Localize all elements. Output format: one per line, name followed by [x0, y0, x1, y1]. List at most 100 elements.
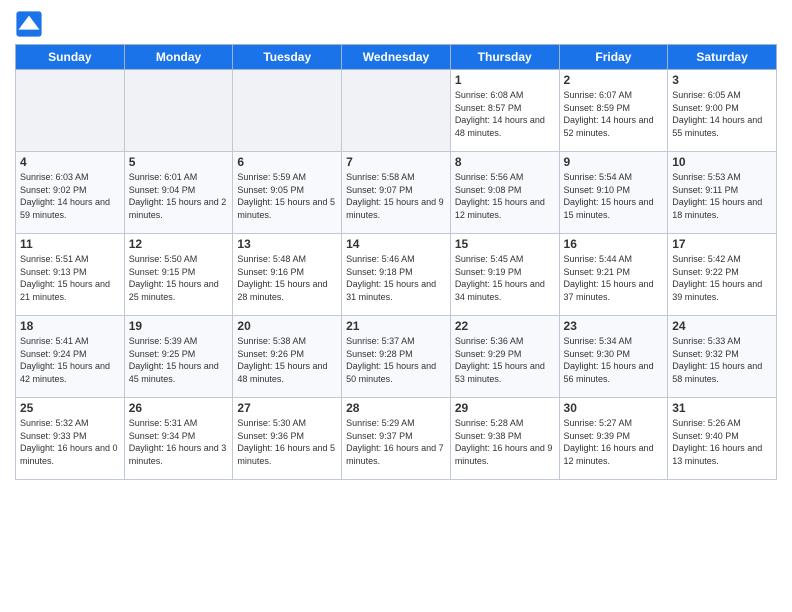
calendar-cell: 16 Sunrise: 5:44 AMSunset: 9:21 PMDayligh…: [559, 234, 668, 316]
day-number: 11: [20, 237, 120, 251]
day-info: Sunrise: 5:51 AMSunset: 9:13 PMDaylight:…: [20, 253, 120, 303]
calendar-cell: 22 Sunrise: 5:36 AMSunset: 9:29 PMDayligh…: [450, 316, 559, 398]
day-number: 24: [672, 319, 772, 333]
day-info: Sunrise: 5:30 AMSunset: 9:36 PMDaylight:…: [237, 417, 337, 467]
calendar-cell: 1 Sunrise: 6:08 AMSunset: 8:57 PMDaylight…: [450, 70, 559, 152]
week-row-2: 4Sunrise: 6:03 AMSunset: 9:02 PMDaylight…: [16, 152, 777, 234]
day-info: Sunrise: 6:08 AMSunset: 8:57 PMDaylight:…: [455, 89, 555, 139]
day-info: Sunrise: 5:27 AMSunset: 9:39 PMDaylight:…: [564, 417, 664, 467]
day-info: Sunrise: 5:48 AMSunset: 9:16 PMDaylight:…: [237, 253, 337, 303]
day-number: 6: [237, 155, 337, 169]
calendar-cell: 13 Sunrise: 5:48 AMSunset: 9:16 PMDayligh…: [233, 234, 342, 316]
calendar-cell: 11 Sunrise: 5:51 AMSunset: 9:13 PMDayligh…: [16, 234, 125, 316]
day-number: 1: [455, 73, 555, 87]
logo-icon: [15, 10, 43, 38]
day-number: 29: [455, 401, 555, 415]
day-info: Sunrise: 5:59 AMSunset: 9:05 PMDaylight:…: [237, 171, 337, 221]
calendar-cell: 17 Sunrise: 5:42 AMSunset: 9:22 PMDayligh…: [668, 234, 777, 316]
day-info: Sunrise: 5:50 AMSunset: 9:15 PMDaylight:…: [129, 253, 229, 303]
day-info: Sunrise: 5:42 AMSunset: 9:22 PMDaylight:…: [672, 253, 772, 303]
calendar-cell: 26 Sunrise: 5:31 AMSunset: 9:34 PMDayligh…: [124, 398, 233, 480]
calendar-cell: 24Sunrise: 5:33 AMSunset: 9:32 PMDayligh…: [668, 316, 777, 398]
day-info: Sunrise: 6:01 AMSunset: 9:04 PMDaylight:…: [129, 171, 229, 221]
weekday-monday: Monday: [124, 45, 233, 70]
day-info: Sunrise: 6:05 AMSunset: 9:00 PMDaylight:…: [672, 89, 772, 139]
day-info: Sunrise: 5:53 AMSunset: 9:11 PMDaylight:…: [672, 171, 772, 221]
weekday-saturday: Saturday: [668, 45, 777, 70]
calendar-cell: [16, 70, 125, 152]
day-number: 8: [455, 155, 555, 169]
calendar-cell: 29 Sunrise: 5:28 AMSunset: 9:38 PMDayligh…: [450, 398, 559, 480]
calendar-cell: 28 Sunrise: 5:29 AMSunset: 9:37 PMDayligh…: [342, 398, 451, 480]
day-info: Sunrise: 5:32 AMSunset: 9:33 PMDaylight:…: [20, 417, 120, 467]
day-number: 17: [672, 237, 772, 251]
day-number: 22: [455, 319, 555, 333]
weekday-friday: Friday: [559, 45, 668, 70]
day-number: 3: [672, 73, 772, 87]
day-number: 28: [346, 401, 446, 415]
day-number: 5: [129, 155, 229, 169]
weekday-tuesday: Tuesday: [233, 45, 342, 70]
weekday-thursday: Thursday: [450, 45, 559, 70]
calendar-cell: 21 Sunrise: 5:37 AMSunset: 9:28 PMDayligh…: [342, 316, 451, 398]
calendar-cell: 25Sunrise: 5:32 AMSunset: 9:33 PMDayligh…: [16, 398, 125, 480]
day-number: 9: [564, 155, 664, 169]
calendar-cell: 4Sunrise: 6:03 AMSunset: 9:02 PMDaylight…: [16, 152, 125, 234]
day-number: 20: [237, 319, 337, 333]
calendar-cell: [124, 70, 233, 152]
weekday-wednesday: Wednesday: [342, 45, 451, 70]
day-info: Sunrise: 5:29 AMSunset: 9:37 PMDaylight:…: [346, 417, 446, 467]
day-number: 18: [20, 319, 120, 333]
calendar-cell: 9 Sunrise: 5:54 AMSunset: 9:10 PMDaylight…: [559, 152, 668, 234]
day-info: Sunrise: 5:54 AMSunset: 9:10 PMDaylight:…: [564, 171, 664, 221]
day-info: Sunrise: 5:58 AMSunset: 9:07 PMDaylight:…: [346, 171, 446, 221]
day-number: 12: [129, 237, 229, 251]
day-number: 26: [129, 401, 229, 415]
week-row-5: 25Sunrise: 5:32 AMSunset: 9:33 PMDayligh…: [16, 398, 777, 480]
day-number: 23: [564, 319, 664, 333]
day-info: Sunrise: 5:31 AMSunset: 9:34 PMDaylight:…: [129, 417, 229, 467]
day-info: Sunrise: 5:41 AMSunset: 9:24 PMDaylight:…: [20, 335, 120, 385]
week-row-1: 1 Sunrise: 6:08 AMSunset: 8:57 PMDaylight…: [16, 70, 777, 152]
calendar-cell: 15Sunrise: 5:45 AMSunset: 9:19 PMDayligh…: [450, 234, 559, 316]
calendar-cell: 27 Sunrise: 5:30 AMSunset: 9:36 PMDayligh…: [233, 398, 342, 480]
day-number: 14: [346, 237, 446, 251]
day-number: 13: [237, 237, 337, 251]
day-number: 27: [237, 401, 337, 415]
calendar-cell: 23Sunrise: 5:34 AMSunset: 9:30 PMDayligh…: [559, 316, 668, 398]
day-number: 21: [346, 319, 446, 333]
calendar-cell: 30Sunrise: 5:27 AMSunset: 9:39 PMDayligh…: [559, 398, 668, 480]
logo: [15, 10, 45, 38]
day-info: Sunrise: 6:07 AMSunset: 8:59 PMDaylight:…: [564, 89, 664, 139]
calendar-cell: [342, 70, 451, 152]
day-info: Sunrise: 5:39 AMSunset: 9:25 PMDaylight:…: [129, 335, 229, 385]
day-number: 16: [564, 237, 664, 251]
calendar-cell: 19 Sunrise: 5:39 AMSunset: 9:25 PMDayligh…: [124, 316, 233, 398]
calendar-cell: 10 Sunrise: 5:53 AMSunset: 9:11 PMDayligh…: [668, 152, 777, 234]
calendar-cell: 6 Sunrise: 5:59 AMSunset: 9:05 PMDaylight…: [233, 152, 342, 234]
page-container: SundayMondayTuesdayWednesdayThursdayFrid…: [0, 0, 792, 490]
day-info: Sunrise: 5:38 AMSunset: 9:26 PMDaylight:…: [237, 335, 337, 385]
day-info: Sunrise: 5:45 AMSunset: 9:19 PMDaylight:…: [455, 253, 555, 303]
day-info: Sunrise: 5:26 AMSunset: 9:40 PMDaylight:…: [672, 417, 772, 467]
weekday-sunday: Sunday: [16, 45, 125, 70]
calendar-cell: 7 Sunrise: 5:58 AMSunset: 9:07 PMDaylight…: [342, 152, 451, 234]
day-number: 19: [129, 319, 229, 333]
calendar-cell: 12 Sunrise: 5:50 AMSunset: 9:15 PMDayligh…: [124, 234, 233, 316]
calendar-cell: 31Sunrise: 5:26 AMSunset: 9:40 PMDayligh…: [668, 398, 777, 480]
day-info: Sunrise: 5:44 AMSunset: 9:21 PMDaylight:…: [564, 253, 664, 303]
calendar-cell: 20 Sunrise: 5:38 AMSunset: 9:26 PMDayligh…: [233, 316, 342, 398]
day-info: Sunrise: 5:28 AMSunset: 9:38 PMDaylight:…: [455, 417, 555, 467]
day-number: 7: [346, 155, 446, 169]
calendar-cell: 2 Sunrise: 6:07 AMSunset: 8:59 PMDaylight…: [559, 70, 668, 152]
calendar-cell: 8 Sunrise: 5:56 AMSunset: 9:08 PMDaylight…: [450, 152, 559, 234]
day-info: Sunrise: 5:37 AMSunset: 9:28 PMDaylight:…: [346, 335, 446, 385]
day-info: Sunrise: 5:46 AMSunset: 9:18 PMDaylight:…: [346, 253, 446, 303]
day-info: Sunrise: 5:36 AMSunset: 9:29 PMDaylight:…: [455, 335, 555, 385]
day-number: 2: [564, 73, 664, 87]
calendar-table: SundayMondayTuesdayWednesdayThursdayFrid…: [15, 44, 777, 480]
calendar-cell: 14 Sunrise: 5:46 AMSunset: 9:18 PMDayligh…: [342, 234, 451, 316]
week-row-3: 11 Sunrise: 5:51 AMSunset: 9:13 PMDayligh…: [16, 234, 777, 316]
day-info: Sunrise: 5:56 AMSunset: 9:08 PMDaylight:…: [455, 171, 555, 221]
day-number: 10: [672, 155, 772, 169]
